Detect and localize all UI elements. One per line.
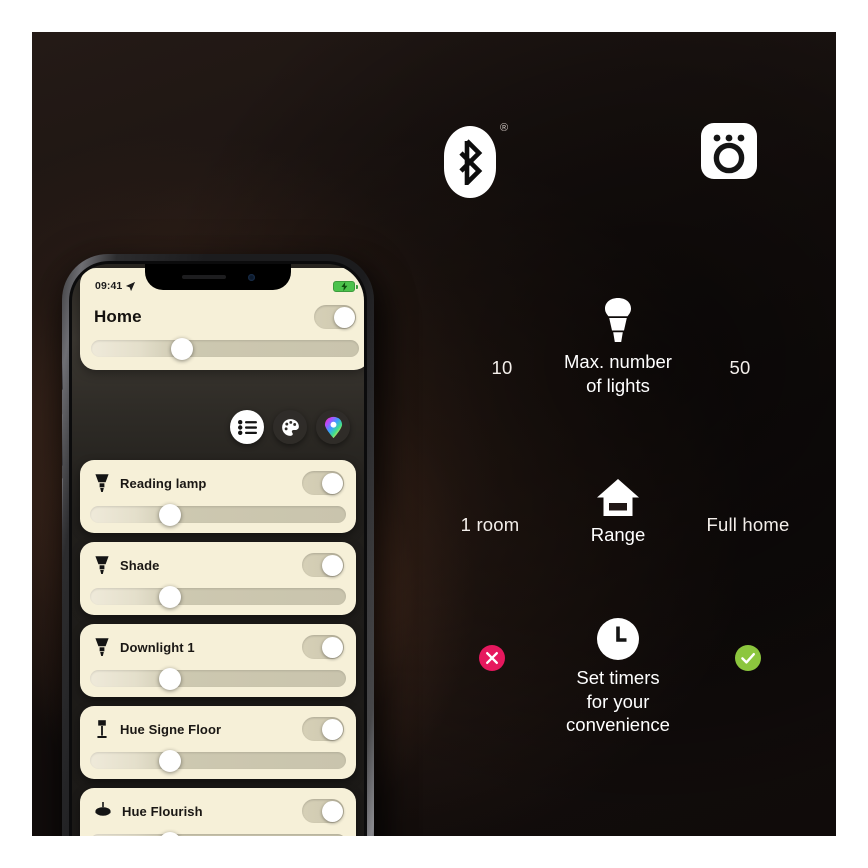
check-badge-icon [735,645,761,671]
row-max-lights-label-line2: of lights [586,374,650,396]
light-brightness-slider[interactable] [90,749,346,772]
light-name: Downlight 1 [120,639,195,655]
hue-bridge-icon [700,122,758,180]
tab-list-view[interactable] [230,410,264,444]
light-name: Hue Signe Floor [120,721,222,737]
volume-up-button[interactable] [62,414,63,466]
row-max-lights-left-value: 10 [491,357,513,378]
row-range-right-value: Full home [706,514,790,535]
row-timers-label-line2: for your [586,690,650,712]
bluetooth-icon: ® [434,120,526,212]
front-camera-icon [247,273,255,281]
slider-knob [171,337,194,360]
earpiece-speaker [181,275,226,279]
home-master-toggle[interactable] [314,305,356,329]
toggle-knob [321,718,343,740]
row-range-label: Range [590,524,646,545]
toggle-knob [333,306,355,328]
feature-comparison-grid: ® 10 Max. number of lights 50 1 room Ran… [400,32,836,836]
light-toggle[interactable] [302,799,344,823]
light-name: Hue Flourish [122,803,203,819]
iphone-mockup: 09:41 Home Reading lamp Shade Downlight … [62,254,392,836]
home-header-row: Home [91,305,359,329]
list-item[interactable]: Downlight 1 [80,624,356,697]
toggle-knob [321,554,343,576]
light-brightness-slider[interactable] [90,503,346,526]
list-item[interactable]: Hue Flourish [80,788,356,836]
silent-switch[interactable] [62,362,63,390]
row-max-lights-center: Max. number of lights [550,297,686,397]
list-icon [237,419,257,435]
home-brightness-slider[interactable] [91,337,359,360]
page-title: Home [94,307,142,326]
row-max-lights-right-value: 50 [729,357,751,378]
promo-canvas: ® 10 Max. number of lights 50 1 room Ran… [32,32,836,836]
spot-bulb-icon [95,556,109,574]
color-droplet-icon [324,416,342,438]
phone-body: 09:41 Home Reading lamp Shade Downlight … [62,254,374,836]
phone-screen: 09:41 Home Reading lamp Shade Downlight … [72,264,364,836]
slider-knob [159,749,182,772]
light-toggle[interactable] [302,717,344,741]
toggle-knob [321,636,343,658]
location-arrow-icon [126,281,136,291]
list-item[interactable]: Reading lamp [80,460,356,533]
light-toggle[interactable] [302,635,344,659]
slider-knob [159,667,182,690]
row-timers-label-line3: convenience [566,714,670,736]
lights-list: Reading lamp Shade Downlight 1 Hue Signe… [80,460,356,836]
spot-bulb-icon [95,474,109,492]
battery-charging-icon [333,280,358,292]
view-tabs [230,410,350,444]
light-brightness-slider[interactable] [90,667,346,690]
screenshot-root: ® 10 Max. number of lights 50 1 room Ran… [0,0,868,868]
row-timers-label-line1: Set timers [576,667,660,688]
slider-knob [159,503,182,526]
tab-scenes[interactable] [273,410,307,444]
house-icon [558,478,678,518]
row-timers-left-value [478,644,522,672]
volume-down-button[interactable] [62,478,63,530]
registered-trademark-symbol: ® [500,122,509,134]
floor-lamp-icon [97,720,107,738]
row-timers-right-value [734,644,778,672]
row-range-center: Range [558,478,678,547]
palette-icon [281,418,299,436]
light-brightness-slider[interactable] [90,585,346,608]
slider-knob [159,831,182,836]
list-item[interactable]: Shade [80,542,356,615]
row-max-lights-label-line1: Max. number [564,351,672,372]
status-bar-time: 09:41 [95,280,123,292]
light-brightness-slider[interactable] [90,831,346,836]
light-name: Reading lamp [120,475,207,491]
bulb-icon [550,297,686,345]
list-item[interactable]: Hue Signe Floor [80,706,356,779]
light-name: Shade [120,557,160,573]
row-range-left-value: 1 room [460,514,520,535]
toggle-knob [321,800,343,822]
status-bar-left: 09:41 [95,280,136,292]
light-toggle[interactable] [302,553,344,577]
toggle-knob [321,472,343,494]
light-toggle[interactable] [302,471,344,495]
phone-inner-bezel: 09:41 Home Reading lamp Shade Downlight … [69,261,367,836]
slider-knob [159,585,182,608]
row-timers-center: Set timers for your convenience [548,617,688,737]
tab-color-picker[interactable] [316,410,350,444]
notch [145,264,291,290]
ceiling-lamp-icon [95,802,111,816]
clock-icon [548,617,688,661]
cross-badge-icon [479,645,505,671]
spot-bulb-icon [95,638,109,656]
